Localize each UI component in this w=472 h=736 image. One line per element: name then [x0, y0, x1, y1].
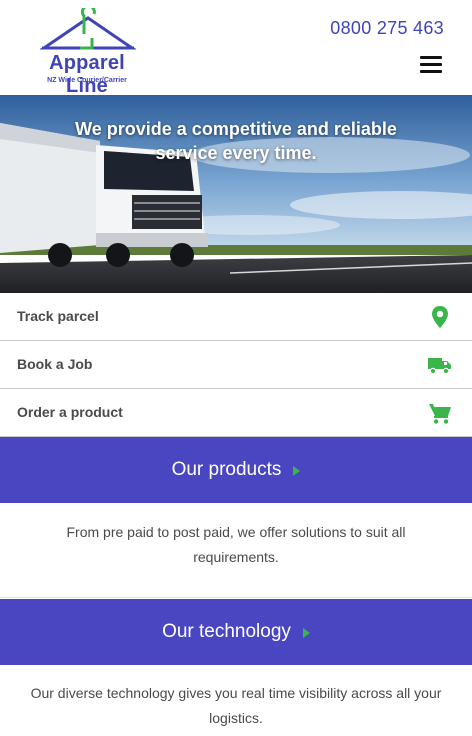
site-header: Apparel Line NZ Wide Courier/Carrier 080…	[0, 0, 472, 97]
our-technology-link[interactable]: Our technology	[0, 599, 472, 665]
book-a-job-label: Book a Job	[17, 356, 93, 372]
apparel-line-logo[interactable]: Apparel Line NZ Wide Courier/Carrier	[28, 8, 148, 97]
our-products-title: Our products	[171, 459, 282, 480]
our-products-heading: Our products	[0, 459, 472, 481]
caret-right-icon	[302, 628, 310, 638]
logo-tagline: NZ Wide Courier/Carrier	[47, 77, 127, 84]
hero-banner: We provide a competitive and reliable se…	[0, 95, 472, 293]
our-products-text: From pre paid to post paid, we offer sol…	[66, 524, 406, 565]
map-pin-icon	[432, 306, 448, 328]
truck-icon	[428, 358, 451, 375]
logo-wordmark: Apparel Line	[49, 52, 125, 97]
caret-right-icon	[293, 466, 301, 476]
track-parcel-label: Track parcel	[17, 308, 99, 324]
order-a-product-row[interactable]: Order a product	[0, 389, 472, 437]
our-technology-text: Our diverse technology gives you real ti…	[30, 685, 442, 726]
section-divider	[0, 597, 472, 598]
logo-hanger-icon	[40, 8, 136, 50]
our-technology-heading: Our technology	[0, 621, 472, 643]
our-technology-title: Our technology	[162, 621, 291, 642]
shopping-cart-icon	[429, 404, 451, 424]
hero-headline: We provide a competitive and reliable se…	[75, 119, 397, 163]
order-a-product-label: Order a product	[17, 404, 123, 420]
book-a-job-row[interactable]: Book a Job	[0, 341, 472, 389]
phone-number-link[interactable]: 0800 275 463	[330, 18, 444, 39]
our-products-link[interactable]: Our products	[0, 437, 472, 503]
hamburger-menu-icon[interactable]	[420, 56, 442, 74]
track-parcel-row[interactable]: Track parcel	[0, 293, 472, 341]
